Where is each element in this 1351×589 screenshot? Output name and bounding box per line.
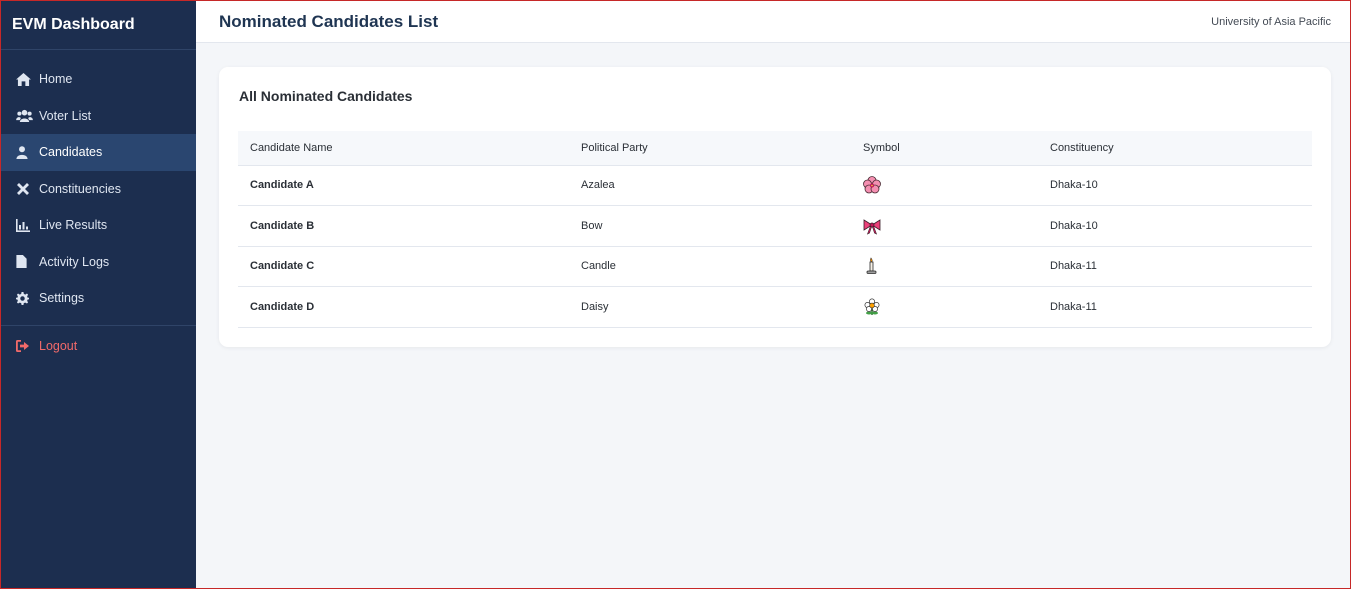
candidate-name: Candidate B	[250, 219, 315, 232]
candidate-name: Candidate A	[250, 179, 314, 192]
sidebar-item-label: Constituencies	[39, 181, 121, 196]
main-content: Nominated Candidates List University of …	[196, 1, 1350, 588]
tools-icon	[16, 182, 33, 196]
sidebar: EVM Dashboard Home Voter List Candidates	[1, 1, 196, 588]
sidebar-item-label: Voter List	[39, 108, 92, 123]
sidebar-nav: Home Voter List Candidates Constituencie…	[1, 50, 196, 364]
logout-label: Logout	[39, 338, 78, 353]
sidebar-item-label: Live Results	[39, 218, 108, 233]
party-name: Bow	[581, 219, 603, 232]
table-row: Candidate B Bow Dhaka-10	[238, 206, 1312, 246]
table-row: Candidate A Azalea Dhaka-10	[238, 165, 1312, 206]
candidate-name: Candidate D	[250, 300, 315, 313]
candidates-table: Candidate Name Political Party Symbol Co…	[238, 131, 1312, 328]
chart-icon	[16, 218, 33, 232]
top-bar: Nominated Candidates List University of …	[196, 1, 1350, 43]
constituency-name: Dhaka-10	[1050, 179, 1098, 192]
sidebar-item-candidates[interactable]: Candidates	[1, 134, 196, 171]
table-header-row: Candidate Name Political Party Symbol Co…	[238, 131, 1312, 166]
card-title: All Nominated Candidates	[239, 88, 413, 104]
logout-icon	[16, 339, 33, 353]
app-window: EVM Dashboard Home Voter List Candidates	[0, 0, 1351, 589]
sidebar-item-label: Activity Logs	[39, 254, 110, 269]
constituency-name: Dhaka-11	[1050, 300, 1097, 313]
page-title: Nominated Candidates List	[219, 11, 439, 31]
candle-icon	[863, 257, 881, 275]
sidebar-divider	[1, 324, 196, 326]
party-name: Daisy	[581, 300, 609, 313]
sidebar-item-home[interactable]: Home	[1, 61, 196, 98]
ribbon-icon	[863, 217, 881, 235]
sidebar-item-label: Home	[39, 72, 73, 87]
users-icon	[16, 109, 33, 123]
home-icon	[16, 72, 33, 86]
sidebar-item-voter-list[interactable]: Voter List	[1, 98, 196, 135]
file-icon	[16, 255, 33, 269]
logout-button[interactable]: Logout	[1, 328, 196, 365]
sidebar-item-activity-logs[interactable]: Activity Logs	[1, 244, 196, 281]
blossom-icon	[863, 298, 881, 316]
gear-icon	[16, 291, 33, 305]
constituency-name: Dhaka-10	[1050, 219, 1098, 232]
organization-name: University of Asia Pacific	[1211, 15, 1331, 28]
column-header-candidate-name: Candidate Name	[238, 131, 569, 166]
hibiscus-icon	[863, 176, 881, 194]
sidebar-item-constituencies[interactable]: Constituencies	[1, 171, 196, 208]
table-row: Candidate C Candle Dhaka-11	[238, 246, 1312, 287]
column-header-constituency: Constituency	[1038, 131, 1312, 166]
sidebar-item-label: Candidates	[39, 145, 103, 160]
brand-title: EVM Dashboard	[1, 1, 196, 50]
sidebar-item-label: Settings	[39, 291, 85, 306]
candidate-name: Candidate C	[250, 260, 315, 273]
column-header-symbol: Symbol	[851, 131, 1038, 166]
sidebar-item-settings[interactable]: Settings	[1, 280, 196, 317]
party-name: Candle	[581, 260, 616, 273]
party-name: Azalea	[581, 179, 615, 192]
sidebar-item-live-results[interactable]: Live Results	[1, 207, 196, 244]
table-row: Candidate D Daisy Dhaka-11	[238, 287, 1312, 327]
user-icon	[16, 145, 33, 159]
column-header-political-party: Political Party	[569, 131, 851, 166]
candidates-card: All Nominated Candidates Candidate Name …	[219, 67, 1331, 347]
constituency-name: Dhaka-11	[1050, 260, 1097, 273]
